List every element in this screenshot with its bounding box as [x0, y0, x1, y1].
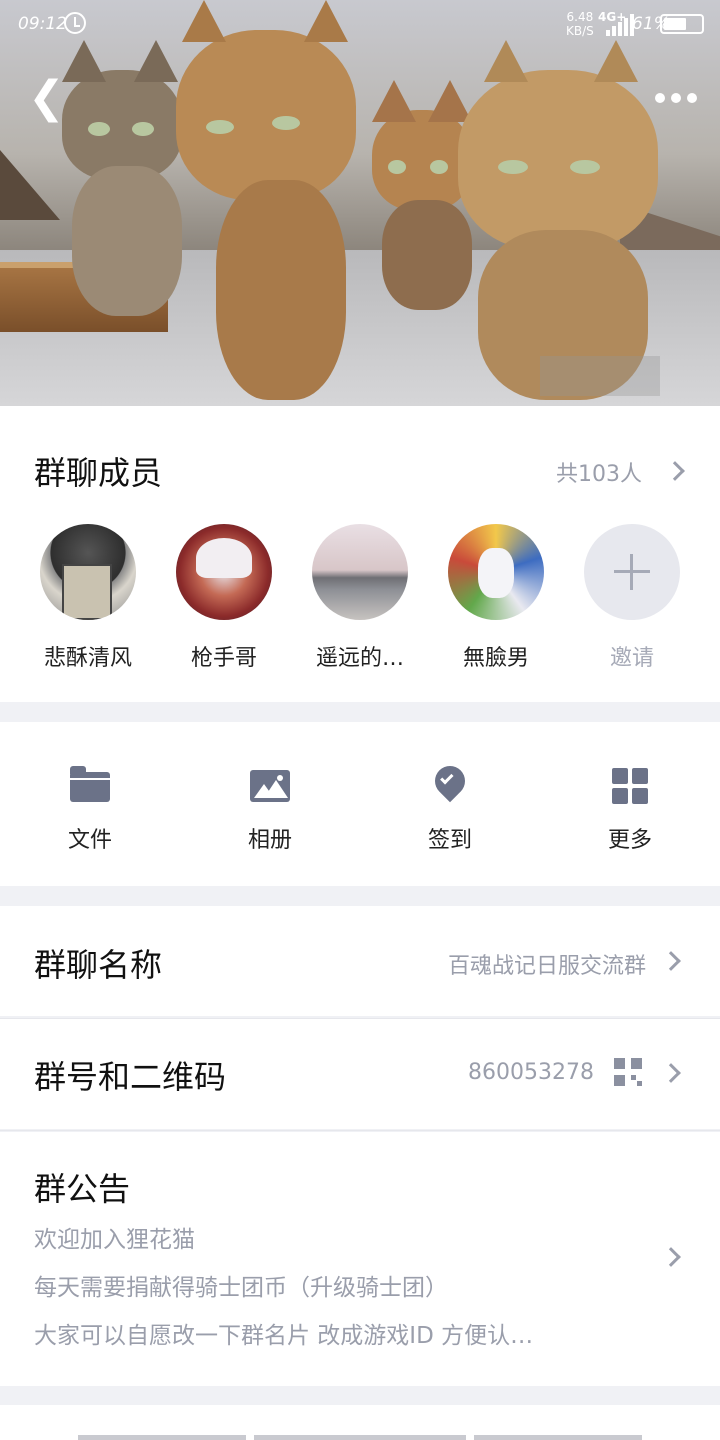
- more-grid-icon: [610, 766, 650, 806]
- cat-figure: [372, 80, 472, 310]
- watermark-blur: [540, 356, 660, 396]
- avatar: [176, 524, 272, 620]
- invite-label: 邀请: [609, 646, 654, 671]
- members-count-link[interactable]: 共103人: [556, 456, 642, 488]
- back-button[interactable]: ❮: [28, 76, 68, 120]
- member-avatar-item[interactable]: 遥远的…: [312, 524, 408, 671]
- more-actions-button[interactable]: 更多: [590, 766, 670, 854]
- avatar: [312, 524, 408, 620]
- plus-icon: [584, 524, 680, 620]
- invite-button[interactable]: 邀请: [584, 524, 680, 671]
- check-in-label: 签到: [427, 828, 472, 853]
- more-dots-icon: [655, 93, 665, 103]
- network-speed-unit: KB/S: [566, 24, 594, 38]
- group-id-label: 群号和二维码: [34, 1058, 227, 1096]
- group-name-value: 百魂战记日服交流群: [447, 954, 646, 979]
- more-options-button[interactable]: [654, 84, 698, 112]
- network-speed: 6.48 KB/S: [566, 10, 594, 38]
- member-name: 無臉男: [462, 646, 529, 671]
- files-button[interactable]: 文件: [50, 766, 130, 854]
- alarm-icon: [64, 12, 86, 34]
- member-name: 枪手哥: [190, 646, 257, 671]
- group-cover-photo: [0, 0, 720, 406]
- files-label: 文件: [67, 828, 112, 853]
- signal-icon: [606, 14, 634, 36]
- avatar: [448, 524, 544, 620]
- divider: [0, 1130, 720, 1131]
- member-name: 悲酥清风: [43, 646, 132, 671]
- group-name-label: 群聊名称: [34, 946, 163, 984]
- photo-album-icon: [250, 766, 290, 806]
- status-bar: 09:12 6.48 KB/S 4G+ 61%: [0, 0, 720, 50]
- album-button[interactable]: 相册: [230, 766, 310, 854]
- member-avatar-item[interactable]: 無臉男: [448, 524, 544, 671]
- background-roof: [0, 150, 60, 220]
- cat-figure: [458, 40, 658, 400]
- cat-figure: [62, 40, 182, 316]
- member-avatar-item[interactable]: 枪手哥: [176, 524, 272, 671]
- group-id-value: 860053278: [468, 1060, 594, 1085]
- network-speed-value: 6.48: [566, 10, 594, 24]
- more-actions-label: 更多: [607, 828, 652, 853]
- notice-line: 大家可以自愿改一下群名片 改成游戏ID 方便认…: [34, 1323, 534, 1349]
- check-in-icon: [428, 759, 472, 806]
- notice-line: 每天需要捐献得骑士团币（升级骑士团）: [34, 1275, 448, 1301]
- avatar: [40, 524, 136, 620]
- qr-code-icon: [614, 1058, 642, 1086]
- notice-label: 群公告: [34, 1170, 131, 1208]
- member-name: 遥远的…: [315, 646, 404, 671]
- album-label: 相册: [247, 828, 292, 853]
- cat-figure: [176, 0, 356, 400]
- battery-icon: [660, 14, 704, 34]
- check-in-button[interactable]: 签到: [410, 759, 490, 854]
- member-avatar-item[interactable]: 悲酥清风: [40, 524, 136, 671]
- bottom-tabs-peek: [0, 1405, 720, 1440]
- back-arrow-icon: ❮: [28, 72, 65, 123]
- members-title: 群聊成员: [34, 454, 163, 492]
- notice-line: 欢迎加入狸花猫: [34, 1227, 195, 1253]
- folder-icon: [70, 766, 110, 806]
- status-time: 09:12: [18, 14, 67, 34]
